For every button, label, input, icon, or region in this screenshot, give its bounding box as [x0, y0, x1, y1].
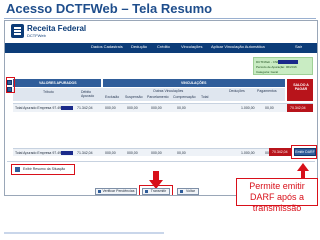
row-suspensao: 000,00	[127, 106, 138, 110]
verificar-pendencias-button[interactable]: Verificar Pendências	[95, 188, 137, 195]
row-label: Total Apurado Empresa 97.494	[15, 106, 64, 110]
row-saldo: 70.342,04	[287, 104, 313, 112]
receita-logo-icon	[11, 24, 24, 38]
transmitir-button[interactable]: Transmitir	[142, 188, 170, 195]
redacted-cnpj	[278, 60, 298, 64]
title-divider	[4, 18, 316, 19]
col-deducoes: Deduções	[229, 89, 245, 93]
total-row-label: Total Apurado Empresa 97.494	[15, 151, 64, 155]
total-debito: 71.342,04	[77, 151, 93, 155]
total-saldo-value: 70.342,04	[272, 150, 288, 154]
slide-title: Acesso DCTFWeb – Tela Resumo	[6, 1, 213, 16]
total-deducoes: 1.000,00	[241, 151, 255, 155]
dctfweb-screenshot: Receita Federal DCTFWeb Dados Cadastrais…	[4, 20, 318, 196]
callout-note: Permite emitir DARF após a transmissão	[236, 178, 318, 213]
redacted-id	[61, 106, 73, 110]
collapse-toggle-icon[interactable]	[7, 87, 12, 92]
expand-toggle-icon[interactable]	[7, 80, 12, 85]
main-menu: Dados Cadastrais Dedução Crédito Vincula…	[5, 43, 317, 53]
declaration-info: DCTFWeb - CNPJ nº: Período de Apuração: …	[253, 57, 313, 75]
app-header: Receita Federal DCTFWeb	[5, 21, 317, 43]
table-row: Total Apurado Empresa 97.494 71.342,04 0…	[13, 148, 289, 156]
menu-sair[interactable]: Sair	[295, 44, 302, 49]
resumo-checkbox[interactable]	[15, 167, 20, 172]
col-pagamentos: Pagamentos	[257, 89, 277, 93]
info-categoria: Categoria: Geral	[256, 70, 279, 74]
row-parcelamento: 000,00	[151, 106, 162, 110]
col-tributo: Tributo	[43, 90, 54, 94]
menu-vinculacoes[interactable]: Vinculações	[181, 44, 203, 49]
col-suspensao: Suspensão	[125, 95, 143, 99]
info-periodo: Período de Apuração: 06/2016	[256, 65, 297, 69]
col-debito: Débito Apurado	[81, 90, 95, 98]
resumo-checkbox-label: Exibir Resumo da Situação	[23, 167, 66, 171]
verificar-label: Verificar Pendências	[102, 189, 135, 193]
row-debito: 71.342,04	[77, 106, 93, 110]
col-compensacao: Compensação	[173, 95, 196, 99]
total-saldo: 70.342,04	[269, 148, 291, 156]
transmit-icon	[145, 190, 148, 193]
back-icon	[180, 190, 183, 193]
col-exclusao: Exclusão	[105, 95, 120, 99]
header-valores-label: VALORES APURADOS	[39, 81, 77, 85]
brand-name: Receita Federal	[27, 24, 87, 33]
col-outras-vinculacoes: Outras Vinculações	[153, 89, 184, 93]
menu-aplicar-vinculacao[interactable]: Aplicar Vinculação Automática	[211, 44, 265, 49]
footer-divider	[4, 232, 164, 234]
total-compensacao: 00,00	[177, 151, 186, 155]
row-pagamentos: 00,00	[265, 106, 274, 110]
voltar-label: Voltar	[186, 189, 195, 193]
menu-credito[interactable]: Crédito	[157, 44, 170, 49]
subheader-row: Tributo Débito Apurado Outras Vinculaçõe…	[13, 88, 285, 101]
row-deducoes: 1.000,00	[241, 106, 255, 110]
row-saldo-value: 70.342,04	[290, 106, 306, 110]
redacted-id	[61, 151, 73, 155]
col-parcelamento: Parcelamento	[147, 95, 169, 99]
total-parcelamento: 000,00	[151, 151, 162, 155]
menu-deducao[interactable]: Dedução	[131, 44, 147, 49]
voltar-button[interactable]: Voltar	[177, 188, 199, 195]
total-exclusao: 000,00	[105, 151, 116, 155]
section-divider	[7, 161, 315, 162]
emitir-darf-button[interactable]: Emitir DARF	[294, 148, 316, 156]
transmitir-label: Transmitir	[150, 189, 167, 193]
header-saldo-label: SALDO A PAGAR	[293, 83, 309, 91]
verify-icon	[98, 190, 101, 193]
menu-dados-cadastrais[interactable]: Dados Cadastrais	[91, 44, 123, 49]
brand-subtitle: DCTFWeb	[27, 33, 46, 38]
header-vinculacoes: VINCULAÇÕES	[103, 79, 285, 87]
row-exclusao: 000,00	[105, 106, 116, 110]
arrow-up-icon	[297, 163, 309, 179]
col-total: Total	[201, 95, 209, 99]
header-valores: VALORES APURADOS	[13, 79, 101, 87]
header-saldo: SALDO A PAGAR	[287, 79, 313, 101]
header-vinculacoes-label: VINCULAÇÕES	[181, 81, 207, 85]
row-compensacao: 00,00	[177, 106, 186, 110]
table-row: Total Apurado Empresa 97.494 71.342,04 0…	[13, 103, 313, 112]
total-suspensao: 000,00	[127, 151, 138, 155]
